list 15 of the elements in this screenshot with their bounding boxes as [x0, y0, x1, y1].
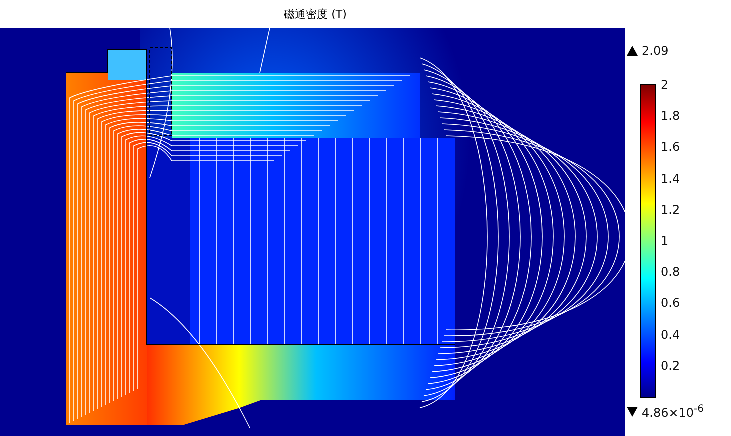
scale-label: 1.8 [661, 110, 680, 122]
max-value: 2.09 [642, 44, 669, 58]
scale-label: 1.6 [661, 141, 680, 154]
scale-label: 1.4 [661, 172, 680, 185]
scale-label: 1 [661, 235, 669, 247]
scale-label: 0.8 [661, 266, 680, 278]
min-value: 4.86×10$^{-6}$ [642, 404, 704, 420]
scale-label: 0.6 [661, 297, 680, 310]
scale-label: 1.2 [661, 204, 680, 216]
scale-label: 0.4 [661, 328, 680, 341]
max-arrow-icon [627, 46, 638, 56]
min-arrow-icon [627, 407, 638, 417]
scale-label: 2 [661, 79, 669, 91]
scale-label: 0.2 [661, 360, 680, 372]
plot-title: 磁通密度 (T) [284, 6, 347, 22]
